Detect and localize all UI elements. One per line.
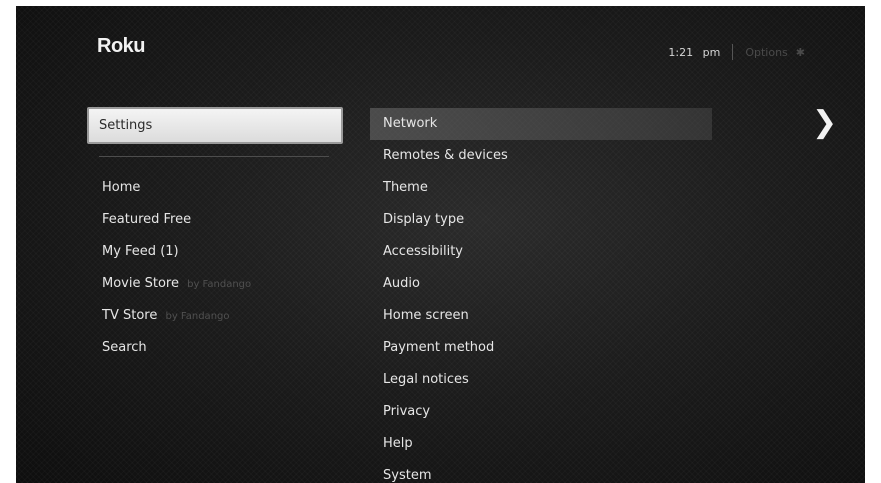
settings-item-network[interactable]: Network	[370, 108, 712, 140]
settings-item-audio[interactable]: Audio	[370, 268, 712, 300]
options-label: Options	[745, 45, 788, 59]
left-menu-item-search[interactable]: Search	[102, 338, 251, 370]
settings-item-remotes-devices[interactable]: Remotes & devices	[370, 140, 712, 172]
left-menu-item-my-feed[interactable]: My Feed (1)	[102, 242, 251, 274]
tv-screen: Roku 1:21 pm Options ✱ Settings Home Fea…	[16, 6, 865, 483]
settings-item-display-type[interactable]: Display type	[370, 204, 712, 236]
settings-item-system[interactable]: System	[370, 460, 712, 483]
left-menu-item-label: TV Store	[102, 308, 158, 323]
settings-item-accessibility[interactable]: Accessibility	[370, 236, 712, 268]
left-menu-item-tv-store[interactable]: TV Store by Fandango	[102, 306, 251, 338]
asterisk-icon: ✱	[795, 45, 805, 59]
settings-item-home-screen[interactable]: Home screen	[370, 300, 712, 332]
clock: 1:21 pm	[668, 46, 720, 59]
clock-ampm: pm	[702, 45, 721, 59]
settings-item-legal-notices[interactable]: Legal notices	[370, 364, 712, 396]
status-divider	[732, 44, 734, 60]
chevron-right-icon[interactable]: ❯	[812, 106, 837, 140]
left-menu-item-label: Home	[102, 180, 141, 195]
status-bar: 1:21 pm Options ✱	[668, 44, 805, 60]
left-menu-item-label: Movie Store	[102, 276, 179, 291]
settings-item-theme[interactable]: Theme	[370, 172, 712, 204]
left-menu-item-label: My Feed (1)	[102, 244, 179, 259]
left-menu: Home Featured Free My Feed (1) Movie Sto…	[102, 178, 251, 370]
left-menu-item-byline: by Fandango	[187, 279, 252, 290]
settings-item-payment-method[interactable]: Payment method	[370, 332, 712, 364]
left-menu-settings-label: Settings	[99, 118, 153, 133]
settings-item-help[interactable]: Help	[370, 428, 712, 460]
settings-menu: Network Remotes & devices Theme Display …	[370, 108, 712, 483]
settings-item-privacy[interactable]: Privacy	[370, 396, 712, 428]
clock-time: 1:21	[668, 45, 694, 59]
left-menu-item-byline: by Fandango	[165, 311, 230, 322]
left-menu-item-label: Featured Free	[102, 212, 192, 227]
roku-logo: Roku	[97, 35, 146, 57]
left-menu-item-label: Search	[102, 340, 147, 355]
left-menu-settings-selected[interactable]: Settings	[87, 107, 343, 144]
left-menu-item-featured-free[interactable]: Featured Free	[102, 210, 251, 242]
left-menu-item-movie-store[interactable]: Movie Store by Fandango	[102, 274, 251, 306]
left-menu-divider	[99, 156, 329, 157]
left-menu-item-home[interactable]: Home	[102, 178, 251, 210]
